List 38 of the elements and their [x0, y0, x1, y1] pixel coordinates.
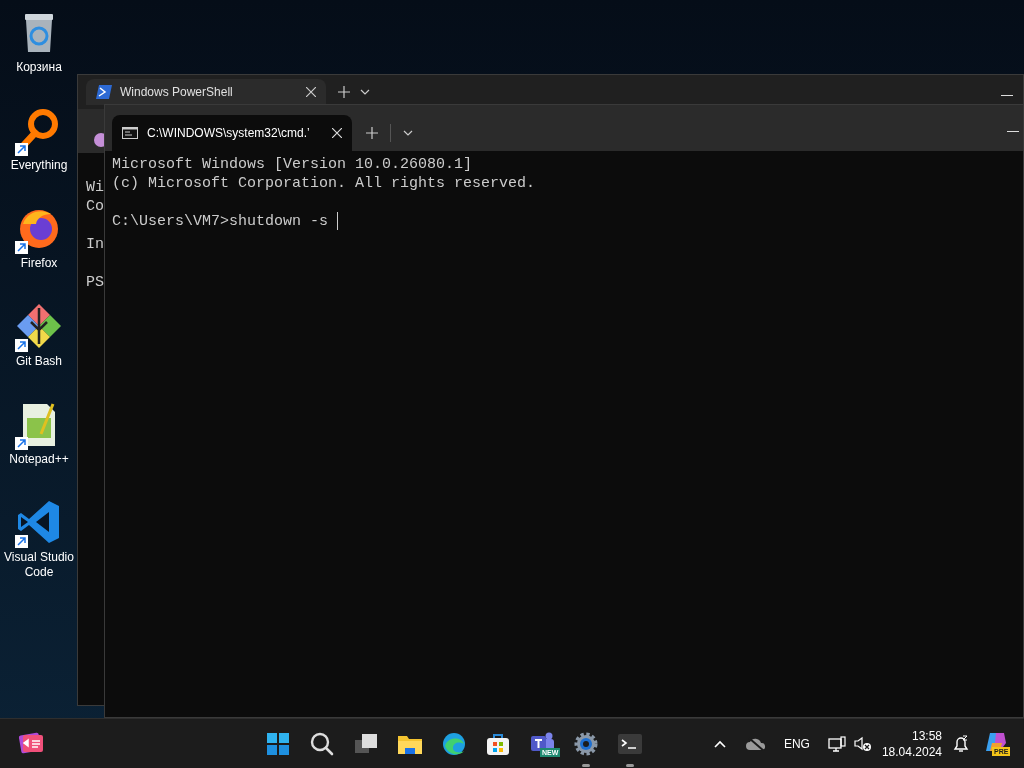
tab[interactable]: Windows PowerShell: [86, 79, 326, 105]
start-icon[interactable]: [264, 730, 292, 758]
terminal-line: In: [86, 235, 104, 254]
language-indicator[interactable]: ENG: [783, 735, 810, 753]
icon-label: Firefox: [19, 256, 59, 271]
icon-label: Visual Studio Code: [3, 550, 75, 580]
terminal-line: C:\Users\VM7>shutdown -s: [112, 212, 330, 231]
new-tab-icon[interactable]: [338, 86, 350, 98]
close-icon[interactable]: [332, 128, 342, 138]
terminal-line: Co: [86, 197, 104, 216]
browser-icon[interactable]: [440, 730, 468, 758]
icon-label: Notepad++: [8, 452, 70, 467]
tab[interactable]: C:\WINDOWS\system32\cmd.’: [112, 115, 352, 151]
close-icon[interactable]: [306, 87, 316, 97]
widgets-icon[interactable]: [18, 731, 44, 755]
bell-icon[interactable]: [952, 735, 970, 753]
tab-title: Windows PowerShell: [120, 84, 234, 101]
network-icon[interactable]: [827, 736, 846, 752]
diamond-icon[interactable]: [15, 302, 63, 350]
gear-icon[interactable]: [572, 730, 600, 758]
dropdown-icon[interactable]: [403, 130, 413, 136]
chevron-up-icon[interactable]: [713, 740, 726, 748]
search-icon[interactable]: [308, 730, 336, 758]
new-tab-icon[interactable]: [366, 127, 378, 139]
cloud-icon[interactable]: [745, 737, 766, 751]
terminal-line: (c) Microsoft Corporation. All rights reserved.: [112, 174, 536, 193]
dropdown-icon[interactable]: [360, 89, 370, 95]
terminal-line: Microsoft Windows [Version 10.0.26080.1]: [112, 155, 473, 174]
shell-icon: [96, 85, 112, 99]
icon-label: Everything: [9, 158, 69, 173]
console-icon: [122, 127, 138, 139]
icon-label: Корзина: [15, 60, 63, 75]
tab-title: C:\WINDOWS\system32\cmd.’: [147, 125, 311, 142]
muted-speaker-icon[interactable]: [853, 736, 872, 752]
terminal-line: PS: [86, 273, 104, 292]
clock[interactable]: 13:58 18.04.2024: [881, 728, 942, 760]
icon-label: Git Bash: [15, 354, 63, 369]
terminal-line: Wi: [86, 178, 104, 197]
